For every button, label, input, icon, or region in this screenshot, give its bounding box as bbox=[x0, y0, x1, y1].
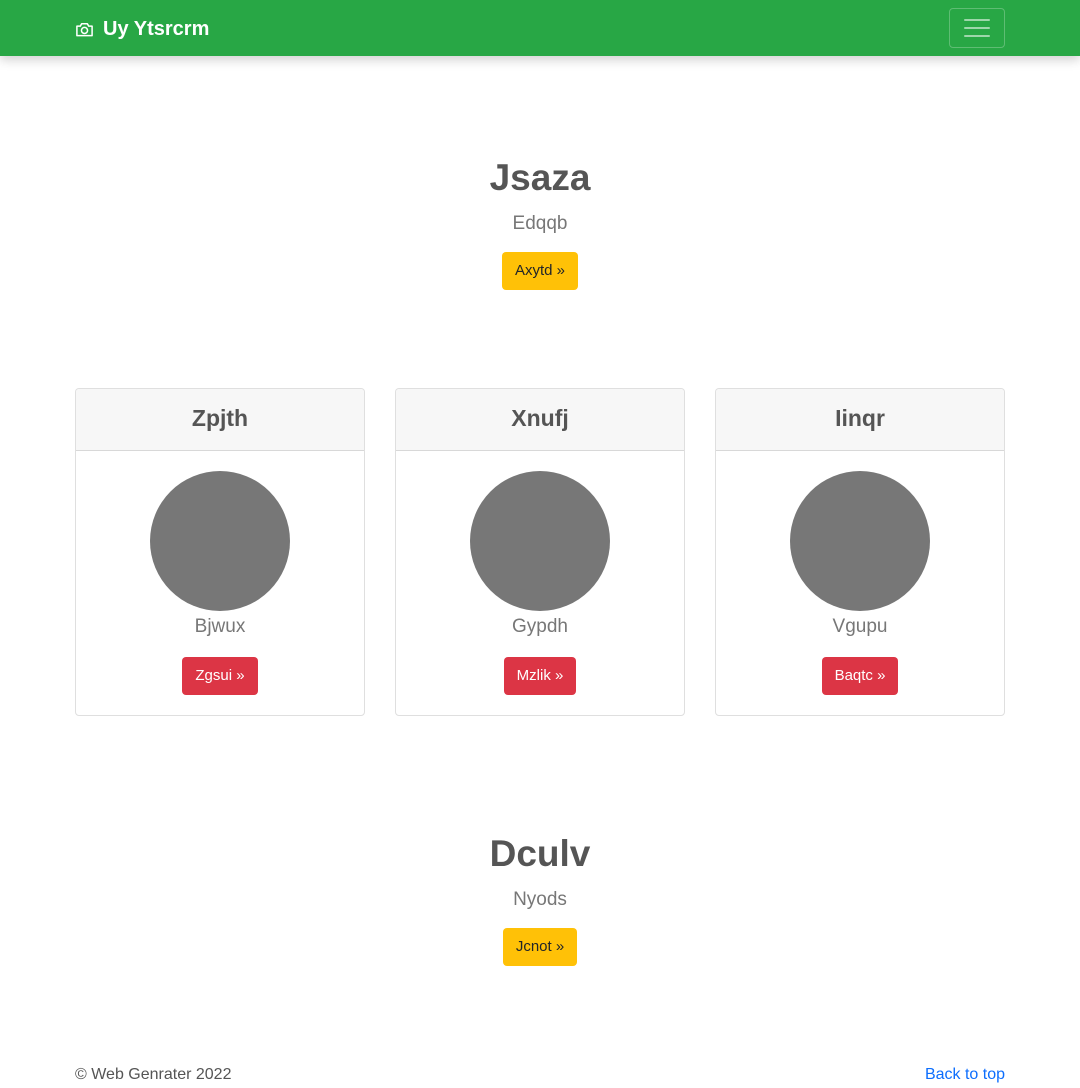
card-button[interactable]: Baqtc » bbox=[821, 657, 899, 695]
card: Iinqr Vgupu Baqtc » bbox=[715, 388, 1005, 716]
card-header: Iinqr bbox=[716, 389, 1004, 451]
avatar-placeholder bbox=[470, 471, 610, 611]
hero-title: Dculv bbox=[489, 833, 591, 874]
copyright-text: © Web Genrater 2022 bbox=[75, 1066, 232, 1083]
hero-subtitle: Edqqb bbox=[512, 213, 568, 234]
card-header: Zpjth bbox=[76, 389, 364, 451]
hero-action-button[interactable]: Axytd » bbox=[501, 252, 579, 290]
card: Zpjth Bjwux Zgsui » bbox=[75, 388, 365, 716]
avatar-placeholder bbox=[150, 471, 290, 611]
avatar-placeholder bbox=[790, 471, 930, 611]
hero-section-bottom: Dculv Nyods Jcnot » bbox=[0, 832, 1080, 966]
hero-subtitle: Nyods bbox=[513, 889, 567, 910]
card-button[interactable]: Zgsui » bbox=[182, 657, 258, 695]
card-button[interactable]: Mzlik » bbox=[503, 657, 577, 695]
page-footer: © Web Genrater 2022 Back to top bbox=[75, 1064, 1005, 1088]
top-navbar: Uy Ytsrcrm bbox=[0, 0, 1080, 56]
brand-link[interactable]: Uy Ytsrcrm bbox=[75, 15, 209, 43]
brand-label: Uy Ytsrcrm bbox=[103, 17, 210, 40]
hero-section-top: Jsaza Edqqb Axytd » bbox=[0, 156, 1080, 290]
card-text: Bjwux bbox=[194, 616, 246, 637]
card-body: Vgupu Baqtc » bbox=[716, 451, 1004, 695]
hero-title: Jsaza bbox=[489, 157, 591, 198]
hamburger-menu-icon bbox=[964, 18, 990, 38]
navbar-toggler-button[interactable] bbox=[949, 8, 1005, 48]
card-body: Bjwux Zgsui » bbox=[76, 451, 364, 695]
camera-icon bbox=[75, 20, 94, 39]
card-body: Gypdh Mzlik » bbox=[396, 451, 684, 695]
card-text: Gypdh bbox=[512, 616, 568, 637]
card: Xnufj Gypdh Mzlik » bbox=[395, 388, 685, 716]
card-header: Xnufj bbox=[396, 389, 684, 451]
back-to-top-link[interactable]: Back to top bbox=[925, 1066, 1005, 1084]
card-row: Zpjth Bjwux Zgsui » Xnufj Gypdh Mzlik » … bbox=[75, 388, 1005, 716]
card-text: Vgupu bbox=[832, 616, 888, 637]
hero-action-button[interactable]: Jcnot » bbox=[502, 928, 578, 966]
